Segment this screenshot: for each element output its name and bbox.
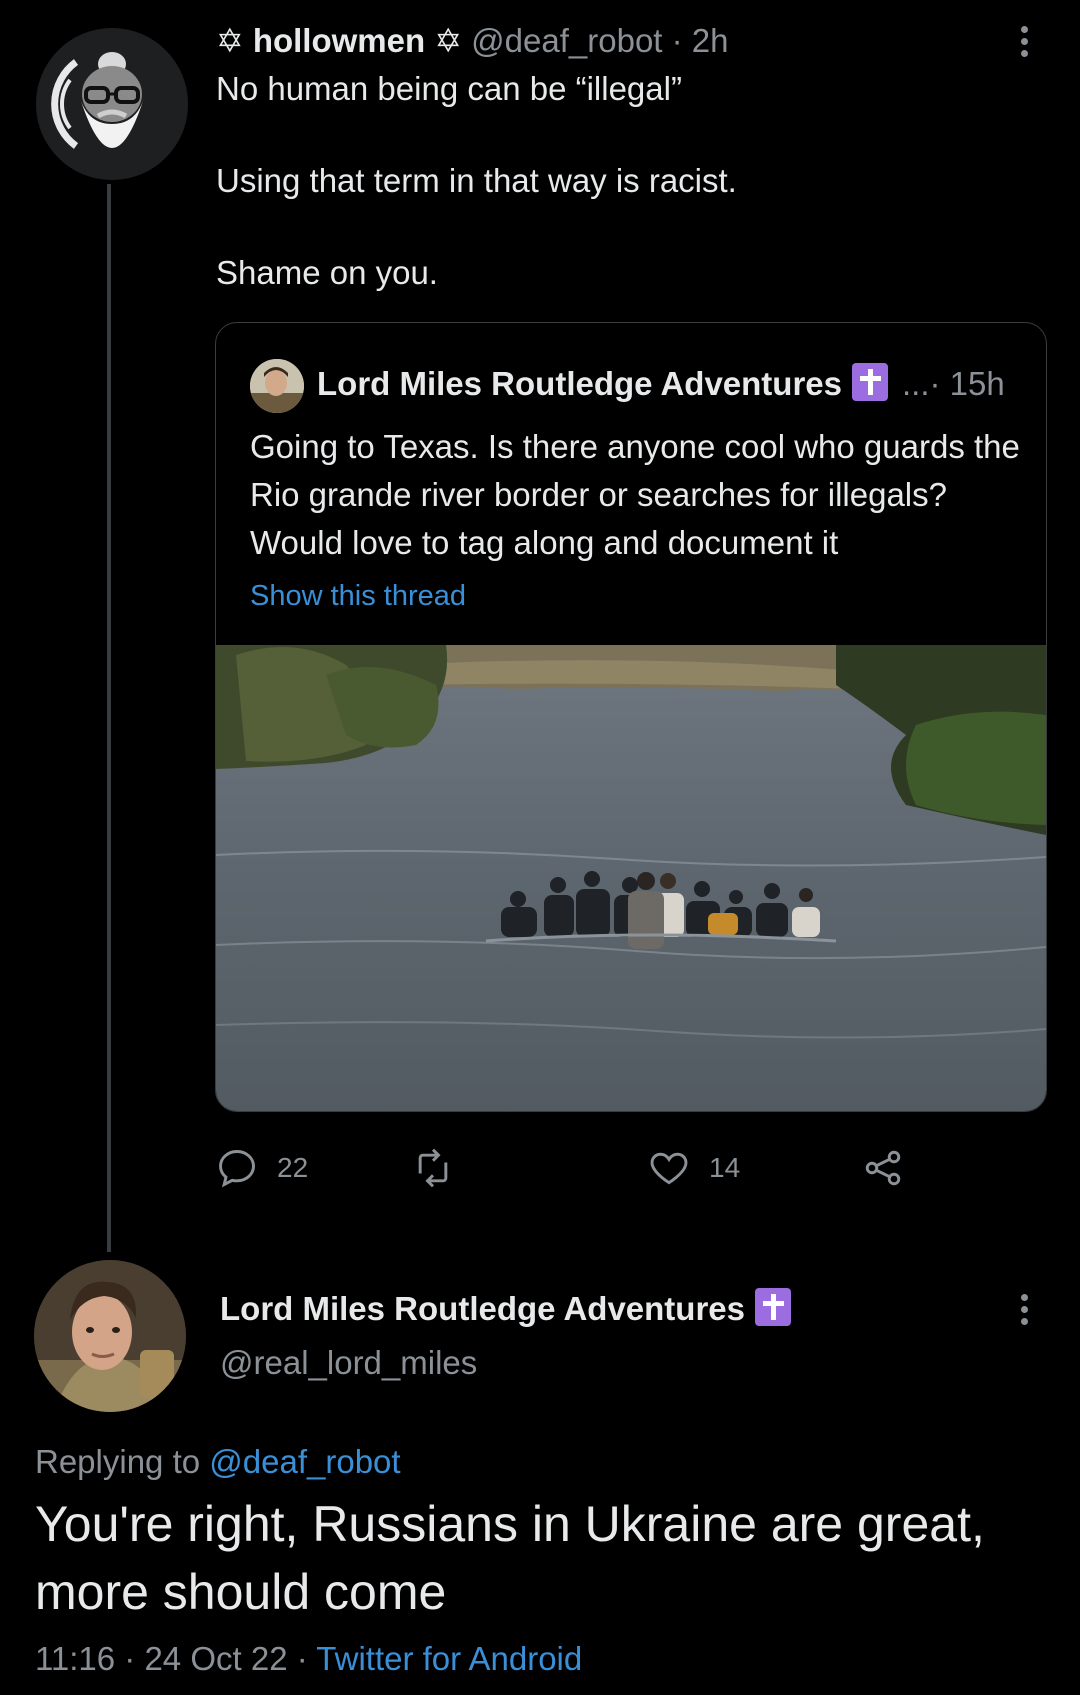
source-link[interactable]: Twitter for Android (316, 1640, 582, 1677)
share-button[interactable] (861, 1142, 905, 1194)
reply-author-name[interactable]: Lord Miles Routledge Adventures (220, 1286, 792, 1332)
retweet-icon (418, 1148, 448, 1188)
quote-author-name[interactable]: Lord Miles Routledge Adventures (317, 365, 842, 402)
reply-bubble-icon (219, 1150, 255, 1188)
river-crossing-photo[interactable] (216, 645, 1046, 1111)
reply-meta: 11:16 · 24 Oct 22 · Twitter for Android (35, 1636, 582, 1682)
quote-header: Lord Miles Routledge Adventures ...· 15h (317, 361, 1005, 407)
more-options-icon[interactable] (1020, 1290, 1030, 1330)
cross-icon (755, 1288, 792, 1326)
share-icon (865, 1150, 901, 1186)
show-thread-link[interactable]: Show this thread (250, 577, 466, 615)
hollowmen-avatar[interactable] (36, 28, 188, 180)
reply-timestamp[interactable]: 11:16 · 24 Oct 22 · (35, 1640, 308, 1677)
quote-tweet-card[interactable]: Lord Miles Routledge Adventures ...· 15h … (215, 322, 1047, 1112)
tweet-time[interactable]: · 2h (672, 22, 729, 59)
like-button[interactable]: 14 (647, 1142, 740, 1194)
star-of-david-icon: ✡ (216, 22, 244, 59)
reply-author-handle[interactable]: @real_lord_miles (220, 1340, 477, 1386)
reply-author-avatar[interactable] (34, 1260, 186, 1412)
quote-image (216, 645, 1046, 1111)
quote-time[interactable]: ...· 15h (902, 365, 1005, 402)
retweet-button[interactable] (411, 1142, 473, 1194)
star-of-david-icon: ✡ (434, 22, 462, 59)
reply-button[interactable]: 22 (215, 1142, 308, 1194)
author-name[interactable]: ✡ hollowmen ✡ (216, 22, 462, 59)
tweet-text: No human being can be “illegal” Using th… (216, 70, 737, 291)
replying-label: Replying to (35, 1443, 201, 1480)
tweet-header: ✡ hollowmen ✡ @deaf_robot · 2h (216, 20, 729, 62)
reply-text: You're right, Russians in Ukraine are gr… (35, 1496, 985, 1620)
bearded-man-illustration-icon (36, 28, 188, 180)
quote-author-avatar[interactable] (250, 359, 304, 413)
cross-icon (852, 363, 889, 401)
avatar-photo (34, 1260, 186, 1412)
like-count: 14 (709, 1152, 741, 1183)
thread-line (107, 184, 111, 1252)
author-handle[interactable]: @deaf_robot (471, 22, 662, 59)
tweet-actions: 22 14 (215, 1142, 935, 1194)
replying-mention-link[interactable]: @deaf_robot (209, 1443, 400, 1480)
avatar-photo (250, 359, 304, 413)
more-options-icon[interactable] (1020, 22, 1030, 62)
heart-icon (650, 1152, 688, 1185)
quote-text: Going to Texas. Is there anyone cool who… (250, 428, 1020, 561)
reply-count: 22 (277, 1152, 309, 1183)
replying-to: Replying to @deaf_robot (35, 1440, 401, 1484)
